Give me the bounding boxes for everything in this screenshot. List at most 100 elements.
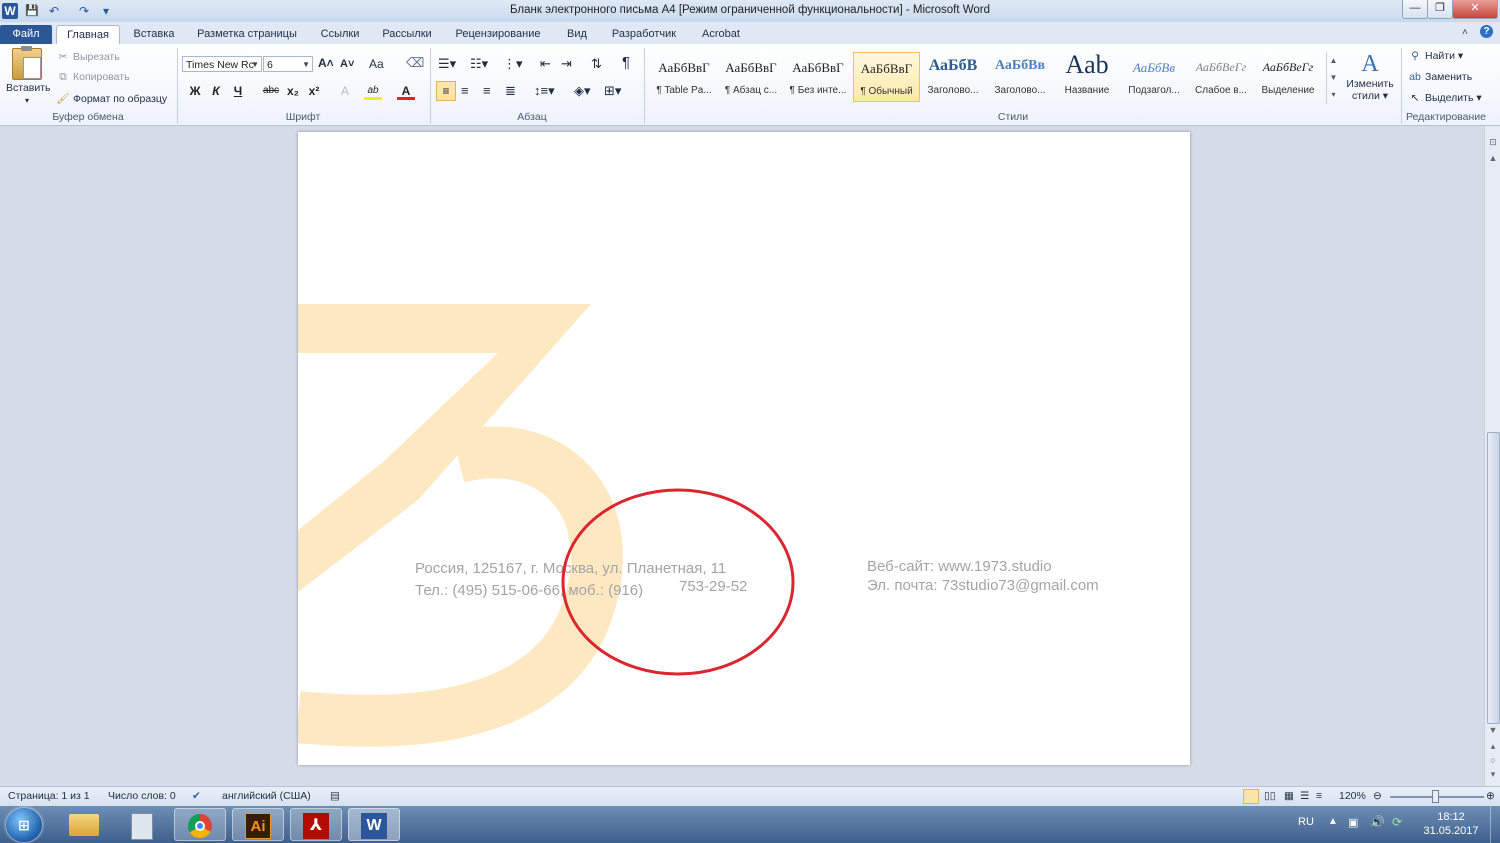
network-icon[interactable]: ▣ (1348, 816, 1358, 829)
shading-icon[interactable]: ◈▾ (574, 83, 591, 99)
multilevel-list-icon[interactable]: ⋮▾ (503, 56, 523, 72)
maximize-button[interactable]: ❐ (1427, 0, 1453, 19)
font-color-button[interactable]: A (397, 82, 415, 100)
tab-view[interactable]: Вид (558, 25, 596, 44)
style-normal[interactable]: АаБбВвГ ¶ Обычный (853, 52, 920, 102)
tab-developer[interactable]: Разработчик (604, 25, 684, 44)
language-indicator[interactable]: английский (США) (222, 790, 311, 802)
tab-home[interactable]: Главная (56, 25, 120, 45)
style-list-paragraph[interactable]: АаБбВвГ ¶ Абзац с... (719, 52, 783, 102)
tab-page-layout[interactable]: Разметка страницы (190, 25, 304, 44)
taskbar-explorer[interactable] (58, 808, 110, 841)
show-formatting-icon[interactable]: ¶ (622, 54, 630, 71)
line-spacing-icon[interactable]: ↕≡▾ (534, 83, 555, 99)
web-layout-icon[interactable]: ▦ (1284, 790, 1294, 802)
copy-button[interactable]: ⧉ Копировать (56, 71, 129, 84)
style-no-spacing[interactable]: АаБбВвГ ¶ Без инте... (786, 52, 850, 102)
tab-review[interactable]: Рецензирование (446, 25, 550, 44)
clear-formatting-icon[interactable]: ⌫ (406, 55, 424, 71)
next-page-icon[interactable]: ▾ (1487, 768, 1499, 780)
scroll-thumb[interactable] (1487, 432, 1500, 724)
zoom-out-icon[interactable]: ⊖ (1373, 790, 1382, 802)
bullets-icon[interactable]: ☰▾ (438, 56, 456, 72)
borders-icon[interactable]: ⊞▾ (604, 83, 621, 99)
replace-button[interactable]: ab Заменить (1408, 71, 1472, 83)
ruler-toggle-icon[interactable]: ⊡ (1487, 136, 1499, 148)
strikethrough-button[interactable]: abc (262, 82, 280, 100)
word-count[interactable]: Число слов: 0 (108, 790, 176, 802)
outline-icon[interactable]: ☰ (1300, 790, 1309, 802)
show-desktop-button[interactable] (1490, 806, 1500, 843)
change-styles-button[interactable]: A Изменить стили ▾ (1344, 50, 1396, 102)
scroll-down-icon[interactable]: ▼ (1487, 724, 1499, 736)
font-name-combo[interactable]: Times New Rc ▼ (182, 56, 262, 72)
paste-button[interactable]: Вставить ▾ (6, 46, 51, 106)
full-screen-reading-icon[interactable]: ▯▯ (1264, 790, 1276, 802)
font-size-combo[interactable]: 6 ▼ (263, 56, 313, 72)
help-icon[interactable]: ? (1480, 25, 1493, 38)
scroll-up-icon[interactable]: ▲ (1487, 152, 1499, 164)
minimize-ribbon-icon[interactable]: ˄ (1462, 27, 1468, 38)
sort-icon[interactable]: ⇅ (591, 56, 602, 72)
document-page[interactable]: Россия, 125167, г. Москва, ул. Планетная… (298, 132, 1190, 765)
taskbar-word[interactable]: W (348, 808, 400, 841)
tab-references[interactable]: Ссылки (312, 25, 368, 44)
sync-icon[interactable]: ⟳ (1392, 815, 1402, 829)
underline-button[interactable]: Ч (229, 82, 247, 100)
format-painter-button[interactable]: 🖌 Формат по образцу (56, 92, 167, 105)
browse-object-icon[interactable]: ○ (1487, 754, 1499, 766)
style-subtitle[interactable]: АаБбВв Подзагол... (1122, 52, 1186, 102)
print-layout-button[interactable] (1243, 789, 1259, 804)
taskbar-illustrator[interactable]: Ai (232, 808, 284, 841)
styles-scroll[interactable]: ▲ ▼ ▾ (1326, 52, 1340, 104)
style-heading-1[interactable]: АаБбВ Заголово... (921, 52, 985, 102)
macro-icon[interactable]: ▤ (330, 790, 340, 802)
align-center-icon[interactable]: ≡ (461, 83, 469, 98)
tab-acrobat[interactable]: Acrobat (692, 25, 750, 44)
page-count[interactable]: Страница: 1 из 1 (8, 790, 90, 802)
vertical-scrollbar[interactable]: ⊡ ▲ ▼ ▴ ○ ▾ (1484, 126, 1500, 786)
highlight-button[interactable]: ab (364, 82, 382, 100)
tray-expand-icon[interactable]: ▲ (1328, 816, 1338, 827)
grow-font-button[interactable]: A˄ (318, 56, 334, 70)
increase-indent-icon[interactable]: ⇥ (561, 56, 572, 72)
style-table-paragraph[interactable]: АаБбВвГ ¶ Table Pa... (652, 52, 716, 102)
draft-icon[interactable]: ≡ (1316, 790, 1322, 802)
align-left-button[interactable]: ≡ (436, 81, 456, 101)
style-emphasis[interactable]: АаБбВеГг Выделение (1256, 52, 1320, 102)
subscript-button[interactable]: x₂ (284, 82, 302, 100)
taskbar-calculator[interactable] (116, 808, 168, 841)
zoom-in-icon[interactable]: ⊕ (1486, 790, 1495, 802)
taskbar-chrome[interactable] (174, 808, 226, 841)
proofing-icon[interactable]: ✔ (192, 790, 201, 802)
text-effects-button[interactable]: A (336, 82, 354, 100)
align-right-icon[interactable]: ≡ (483, 83, 491, 98)
previous-page-icon[interactable]: ▴ (1487, 740, 1499, 752)
tab-insert[interactable]: Вставка (126, 25, 182, 44)
justify-icon[interactable]: ≣ (505, 83, 516, 99)
superscript-button[interactable]: x² (305, 82, 323, 100)
volume-icon[interactable]: 🔊 (1370, 815, 1385, 829)
system-clock[interactable]: 18:12 31.05.2017 (1416, 810, 1486, 838)
shrink-font-button[interactable]: A˅ (340, 58, 354, 70)
cut-button[interactable]: ✂ Вырезать (56, 51, 120, 63)
input-language[interactable]: RU (1298, 816, 1314, 828)
start-button[interactable]: ⊞ (6, 808, 42, 842)
bold-button[interactable]: Ж (186, 82, 204, 100)
change-case-button[interactable]: Aa (369, 57, 384, 71)
numbering-icon[interactable]: ☷▾ (470, 56, 488, 72)
zoom-slider-thumb[interactable] (1432, 790, 1439, 803)
close-button[interactable]: ✕ (1452, 0, 1498, 19)
decrease-indent-icon[interactable]: ⇤ (540, 56, 551, 72)
style-title[interactable]: Aab Название (1055, 50, 1119, 102)
zoom-level[interactable]: 120% (1339, 790, 1366, 802)
select-button[interactable]: ↖ Выделить ▾ (1408, 92, 1482, 104)
find-button[interactable]: ⚲ Найти ▾ (1408, 50, 1463, 62)
style-heading-2[interactable]: АаБбВв Заголово... (988, 52, 1052, 102)
minimize-button[interactable]: — (1402, 0, 1428, 19)
tab-mailings[interactable]: Рассылки (376, 25, 438, 44)
italic-button[interactable]: К (207, 82, 225, 100)
taskbar-acrobat[interactable]: ⅄ (290, 808, 342, 841)
style-subtle-emphasis[interactable]: АаБбВеГг Слабое в... (1189, 52, 1253, 102)
tab-file[interactable]: Файл (0, 25, 52, 44)
